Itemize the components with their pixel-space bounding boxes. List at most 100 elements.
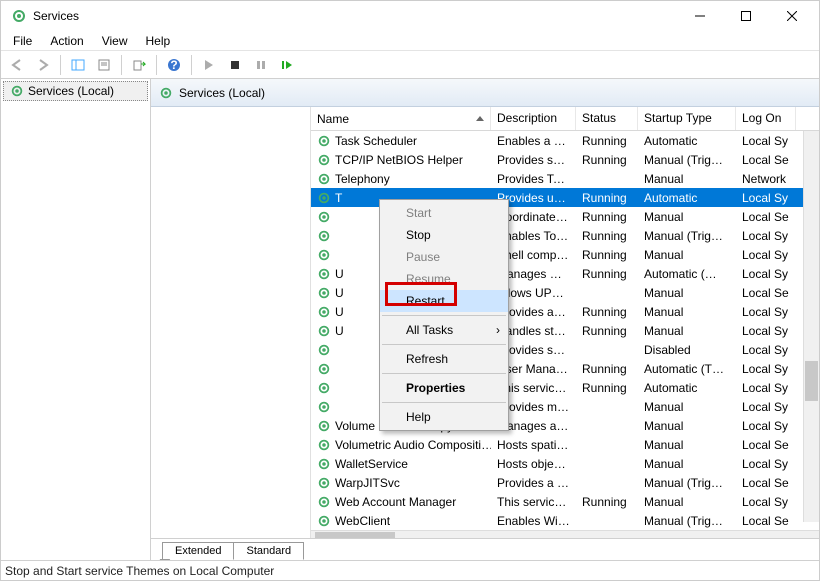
show-hide-tree-button[interactable]: [66, 54, 90, 76]
gear-icon: [10, 84, 24, 98]
col-description[interactable]: Description: [491, 107, 576, 130]
table-row[interactable]: Task SchedulerEnables a us…RunningAutoma…: [311, 131, 819, 150]
service-logon: Local Sy: [736, 248, 796, 262]
service-startup: Manual: [638, 324, 736, 338]
view-tabs: Extended Standard: [151, 538, 819, 560]
ctx-help[interactable]: Help: [380, 406, 508, 428]
service-desc: Provides Tel…: [491, 172, 576, 186]
status-text: Stop and Start service Themes on Local C…: [5, 564, 274, 578]
service-logon: Local Sy: [736, 381, 796, 395]
titlebar: Services: [1, 1, 819, 31]
ctx-all-tasks[interactable]: All Tasks: [380, 319, 508, 341]
service-startup: Manual: [638, 457, 736, 471]
tab-standard[interactable]: Standard: [233, 542, 304, 560]
service-logon: Local Sy: [736, 343, 796, 357]
service-logon: Local Sy: [736, 324, 796, 338]
forward-button[interactable]: [31, 54, 55, 76]
service-status: Running: [576, 324, 638, 338]
table-row[interactable]: WebClientEnables Win…Manual (Trig…Local …: [311, 511, 819, 530]
col-status[interactable]: Status: [576, 107, 638, 130]
gear-icon: [317, 381, 331, 395]
menubar: File Action View Help: [1, 31, 819, 51]
table-row[interactable]: Volumetric Audio Compositi…Hosts spatia……: [311, 435, 819, 454]
service-startup: Manual: [638, 305, 736, 319]
stop-toolbar-button[interactable]: [223, 54, 247, 76]
service-startup: Manual (Trig…: [638, 229, 736, 243]
ctx-properties[interactable]: Properties: [380, 377, 508, 399]
minimize-button[interactable]: [677, 1, 723, 31]
table-row[interactable]: Web Account ManagerThis service …Running…: [311, 492, 819, 511]
menu-help[interactable]: Help: [138, 32, 179, 50]
export-list-button[interactable]: [127, 54, 151, 76]
gear-icon: [317, 134, 331, 148]
service-name: U: [335, 305, 344, 319]
ctx-refresh[interactable]: Refresh: [380, 348, 508, 370]
service-logon: Local Sy: [736, 419, 796, 433]
service-name: U: [335, 286, 344, 300]
panel-header-label: Services (Local): [179, 86, 265, 100]
ctx-stop[interactable]: Stop: [380, 224, 508, 246]
gear-icon: [317, 286, 331, 300]
gear-icon: [159, 86, 173, 100]
col-startup[interactable]: Startup Type: [638, 107, 736, 130]
ctx-restart[interactable]: Restart: [380, 290, 508, 312]
table-row[interactable]: WarpJITSvcProvides a JI…Manual (Trig…Loc…: [311, 473, 819, 492]
service-logon: Local Sy: [736, 229, 796, 243]
col-logon[interactable]: Log On: [736, 107, 796, 130]
table-row[interactable]: TelephonyProvides Tel…ManualNetwork: [311, 169, 819, 188]
table-row[interactable]: WalletServiceHosts objec…ManualLocal Sy: [311, 454, 819, 473]
start-toolbar-button[interactable]: [197, 54, 221, 76]
gear-icon: [317, 191, 331, 205]
service-desc: This service …: [491, 495, 576, 509]
help-toolbar-button[interactable]: ?: [162, 54, 186, 76]
service-startup: Manual: [638, 495, 736, 509]
service-name: T: [335, 191, 342, 205]
gear-icon: [317, 267, 331, 281]
service-startup: Manual: [638, 172, 736, 186]
gear-icon: [317, 495, 331, 509]
gear-icon: [317, 324, 331, 338]
close-button[interactable]: [769, 1, 815, 31]
service-logon: Local Sy: [736, 305, 796, 319]
menu-file[interactable]: File: [5, 32, 40, 50]
service-name: Web Account Manager: [335, 495, 456, 509]
menu-view[interactable]: View: [94, 32, 136, 50]
ctx-resume[interactable]: Resume: [380, 268, 508, 290]
service-startup: Automatic: [638, 381, 736, 395]
vertical-scrollbar[interactable]: [803, 131, 819, 522]
properties-toolbar-button[interactable]: [92, 54, 116, 76]
service-startup: Manual: [638, 400, 736, 414]
menu-action[interactable]: Action: [42, 32, 91, 50]
restart-toolbar-button[interactable]: [275, 54, 299, 76]
table-row[interactable]: TCP/IP NetBIOS HelperProvides su…Running…: [311, 150, 819, 169]
gear-icon: [317, 514, 331, 528]
service-desc: Hosts objec…: [491, 457, 576, 471]
service-desc: Enables Win…: [491, 514, 576, 528]
back-button[interactable]: [5, 54, 29, 76]
service-logon: Local Sy: [736, 134, 796, 148]
service-startup: Manual: [638, 419, 736, 433]
ctx-start[interactable]: Start: [380, 202, 508, 224]
service-name: U: [335, 267, 344, 281]
col-name[interactable]: Name: [311, 107, 491, 130]
service-logon: Local Sy: [736, 495, 796, 509]
service-status: Running: [576, 153, 638, 167]
service-logon: Local Sy: [736, 362, 796, 376]
service-status: Running: [576, 229, 638, 243]
ctx-pause[interactable]: Pause: [380, 246, 508, 268]
gear-icon: [317, 172, 331, 186]
tree-services-local[interactable]: Services (Local): [3, 81, 148, 101]
service-name: WarpJITSvc: [335, 476, 400, 490]
maximize-button[interactable]: [723, 1, 769, 31]
service-logon: Local Se: [736, 438, 796, 452]
service-name: Task Scheduler: [335, 134, 417, 148]
tree-panel: Services (Local): [1, 79, 151, 560]
service-logon: Local Sy: [736, 457, 796, 471]
service-status: Running: [576, 305, 638, 319]
service-startup: Automatic: [638, 134, 736, 148]
tab-extended[interactable]: Extended: [162, 542, 234, 560]
service-startup: Disabled: [638, 343, 736, 357]
horizontal-scrollbar[interactable]: [311, 530, 819, 538]
service-startup: Manual (Trig…: [638, 476, 736, 490]
pause-toolbar-button[interactable]: [249, 54, 273, 76]
